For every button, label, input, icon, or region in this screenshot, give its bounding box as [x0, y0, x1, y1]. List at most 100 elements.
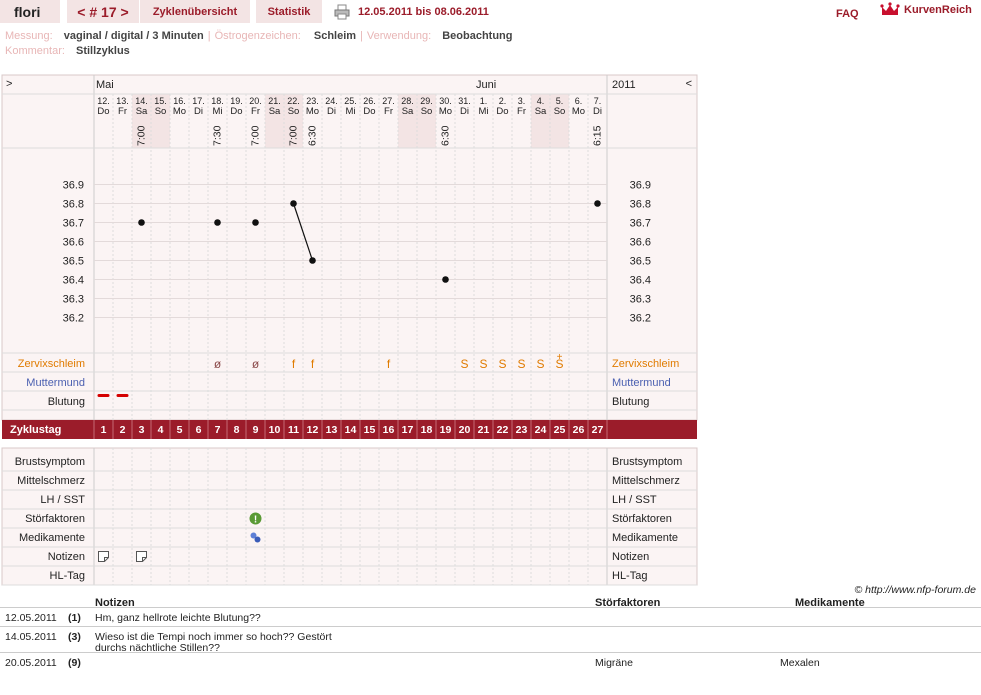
- day-date: 24.: [325, 96, 338, 106]
- y-tick-right: 36.4: [630, 275, 651, 287]
- day-weekday: Fr: [517, 106, 526, 117]
- day-weekday: Di: [593, 106, 602, 117]
- cycle-day-number: 11: [288, 424, 299, 436]
- day-weekday: Di: [194, 106, 203, 117]
- nav-next: <: [686, 78, 692, 90]
- day-weekday: Mi: [345, 106, 355, 117]
- measure-time: 7:00: [136, 125, 148, 146]
- muttermund-label-left: Muttermund: [26, 377, 85, 389]
- cycle-day-number: 13: [326, 424, 338, 436]
- cycle-day-number: 27: [592, 424, 604, 436]
- zervix-mark: S: [460, 357, 468, 371]
- day-date: 28.: [401, 96, 414, 106]
- day-date: 13.: [116, 96, 129, 106]
- measure-time: 7:00: [250, 125, 262, 146]
- cycle-day-number: 14: [345, 424, 357, 436]
- bleeding-mark: [116, 394, 129, 397]
- cycle-day-number: 3: [139, 424, 145, 436]
- note-day: (3): [68, 631, 81, 643]
- day-date: 19.: [230, 96, 243, 106]
- disturbance-icon-glyph: !: [254, 515, 257, 526]
- zervix-label-right: Zervixschleim: [612, 358, 679, 370]
- cycle-day-number: 17: [402, 424, 414, 436]
- measure-time: 7:00: [288, 125, 300, 146]
- temp-point: [309, 257, 316, 264]
- day-weekday: Mo: [173, 106, 186, 117]
- zervix-mark: S: [479, 357, 487, 371]
- note-disturbance: Migräne: [595, 657, 633, 669]
- y-tick-right: 36.7: [630, 218, 651, 230]
- brust-label-right: Brustsymptom: [612, 456, 682, 468]
- zervix-plus: +: [557, 352, 563, 363]
- zervix-mark: S: [498, 357, 506, 371]
- cycle-day-number: 15: [364, 424, 376, 436]
- day-date: 5.: [556, 96, 564, 106]
- measure-time: 7:30: [212, 125, 224, 146]
- day-date: 2.: [499, 96, 507, 106]
- day-weekday: Mo: [572, 106, 585, 117]
- day-weekday: Fr: [384, 106, 393, 117]
- day-date: 31.: [458, 96, 471, 106]
- y-tick-left: 36.2: [63, 313, 84, 325]
- cycle-day-number: 1: [101, 424, 107, 436]
- medi-label-right: Medikamente: [612, 532, 678, 544]
- cycle-day-number: 7: [215, 424, 221, 436]
- cycle-day-number: 25: [554, 424, 566, 436]
- cycle-day-number: 8: [234, 424, 240, 436]
- day-weekday: So: [288, 106, 300, 117]
- cycle-day-number: 24: [535, 424, 547, 436]
- day-weekday: Do: [97, 106, 109, 117]
- cycle-day-number: 5: [177, 424, 183, 436]
- day-weekday: Di: [460, 106, 469, 117]
- y-tick-left: 36.6: [63, 237, 84, 249]
- muttermund-label-right: Muttermund: [612, 377, 671, 389]
- day-date: 3.: [518, 96, 526, 106]
- day-date: 6.: [575, 96, 583, 106]
- day-weekday: Mo: [439, 106, 452, 117]
- y-tick-left: 36.3: [63, 294, 84, 306]
- cycle-day-number: 21: [478, 424, 490, 436]
- year-label: 2011: [612, 79, 636, 91]
- y-tick-right: 36.5: [630, 256, 651, 268]
- cycle-day-number: 9: [253, 424, 259, 436]
- day-weekday: Sa: [535, 106, 547, 117]
- y-tick-right: 36.9: [630, 180, 651, 192]
- day-date: 26.: [363, 96, 376, 106]
- day-weekday: Do: [230, 106, 242, 117]
- stoer-label-right: Störfaktoren: [612, 513, 672, 525]
- mittel-label-right: Mittelschmerz: [612, 475, 680, 487]
- temp-point: [214, 219, 221, 226]
- zervix-label-left: Zervixschleim: [18, 358, 85, 370]
- day-date: 23.: [306, 96, 319, 106]
- note-row: 12.05.2011 (1) Hm, ganz hellrote leichte B…: [0, 607, 981, 627]
- day-date: 22.: [287, 96, 300, 106]
- day-weekday: So: [155, 106, 167, 117]
- day-date: 12.: [97, 96, 110, 106]
- day-weekday: Do: [496, 106, 508, 117]
- day-weekday: Di: [327, 106, 336, 117]
- month-label: Mai: [96, 79, 114, 91]
- zervix-mark: S: [536, 357, 544, 371]
- day-date: 27.: [382, 96, 395, 106]
- note-text: Hm, ganz hellrote leichte Blutung??: [95, 612, 261, 624]
- cycle-day-number: 18: [421, 424, 433, 436]
- day-weekday: Mo: [306, 106, 319, 117]
- day-weekday: So: [554, 106, 566, 117]
- cycle-day-number: 12: [307, 424, 319, 436]
- y-tick-left: 36.7: [63, 218, 84, 230]
- note-day: (1): [68, 612, 81, 624]
- temp-point: [138, 219, 145, 226]
- day-weekday: Do: [363, 106, 375, 117]
- blutung-label-right: Blutung: [612, 396, 649, 408]
- day-date: 20.: [249, 96, 262, 106]
- day-date: 15.: [154, 96, 167, 106]
- y-tick-right: 36.3: [630, 294, 651, 306]
- measure-time: 6:15: [592, 125, 604, 146]
- day-weekday: So: [421, 106, 433, 117]
- day-date: 29.: [420, 96, 433, 106]
- note-row: 20.05.2011 (9) Migräne Mexalen: [0, 652, 981, 672]
- day-date: 1.: [480, 96, 488, 106]
- y-tick-left: 36.5: [63, 256, 84, 268]
- stoer-label-left: Störfaktoren: [25, 513, 85, 525]
- measure-time: 6:30: [307, 125, 319, 146]
